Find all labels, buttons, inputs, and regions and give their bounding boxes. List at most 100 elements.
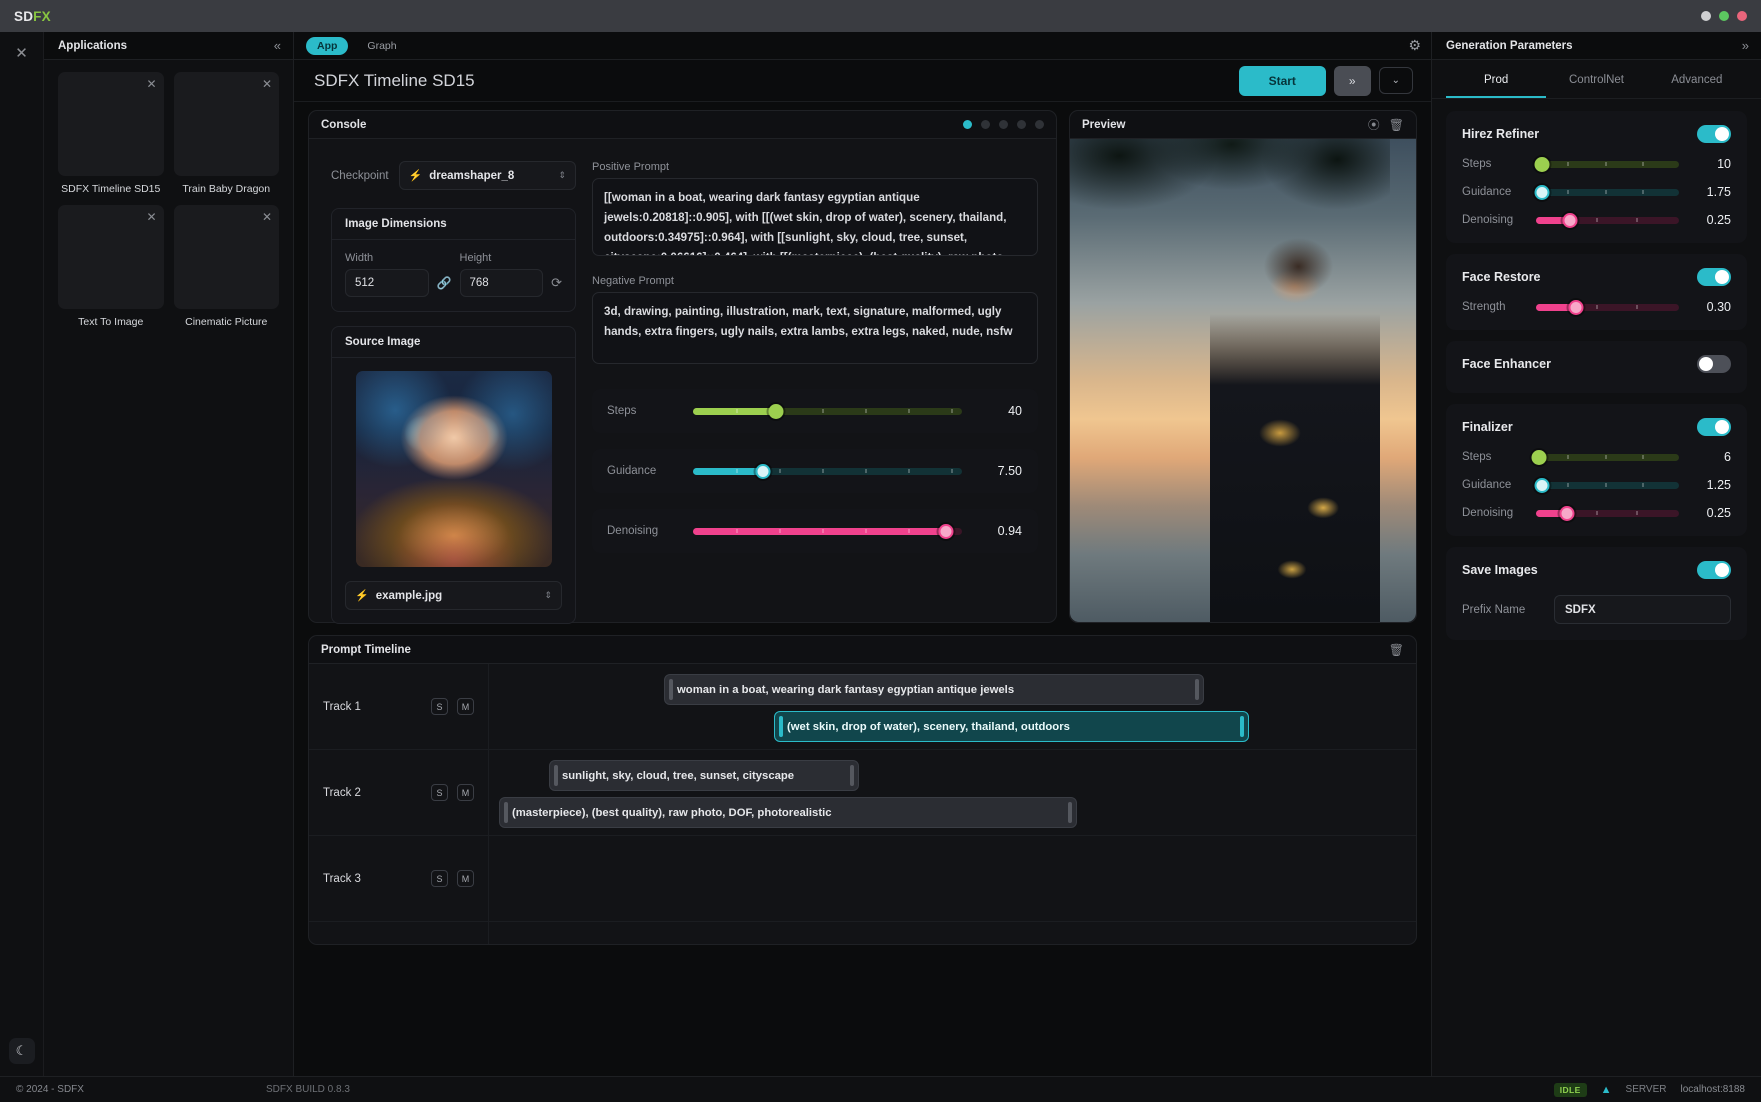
- tab-advanced[interactable]: Advanced: [1647, 60, 1747, 98]
- finalizer-toggle[interactable]: [1697, 418, 1731, 436]
- application-card[interactable]: ✕ Cinematic Picture: [173, 205, 279, 328]
- track-mute-button[interactable]: M: [457, 870, 474, 887]
- chevrons-right-icon[interactable]: »: [1742, 38, 1749, 53]
- positive-prompt-input[interactable]: [[woman in a boat, wearing dark fantasy …: [592, 178, 1038, 256]
- timeline-clip[interactable]: (wet skin, drop of water), scenery, thai…: [774, 711, 1249, 742]
- refresh-icon[interactable]: ⟳: [551, 275, 562, 297]
- maximize-button[interactable]: [1719, 11, 1729, 21]
- preview-image[interactable]: [1070, 139, 1416, 622]
- save-images-toggle[interactable]: [1697, 561, 1731, 579]
- finalizer-steps-slider[interactable]: [1531, 449, 1679, 465]
- hirez-denoising-slider[interactable]: [1536, 212, 1679, 228]
- start-button[interactable]: Start: [1238, 65, 1326, 96]
- track-lane[interactable]: [489, 836, 1416, 921]
- timeline-clip[interactable]: woman in a boat, wearing dark fantasy eg…: [664, 674, 1204, 705]
- tab-graph[interactable]: Graph: [356, 37, 407, 55]
- trash-icon[interactable]: 🗑: [1389, 118, 1404, 132]
- track-mute-button[interactable]: M: [457, 784, 474, 801]
- finalizer-denoising-slider[interactable]: [1536, 505, 1679, 521]
- close-icon[interactable]: ✕: [262, 77, 272, 91]
- step-dot-1[interactable]: [963, 120, 972, 129]
- application-thumbnail[interactable]: ✕: [173, 205, 279, 309]
- prefix-name-label: Prefix Name: [1462, 603, 1526, 616]
- param-row: Strength 0.30: [1462, 299, 1731, 315]
- step-dot-2[interactable]: [981, 120, 990, 129]
- chevrons-left-icon[interactable]: «: [274, 38, 281, 53]
- param-row: Denoising 0.25: [1462, 212, 1731, 228]
- step-dot-4[interactable]: [1017, 120, 1026, 129]
- param-row: Guidance 1.75: [1462, 184, 1731, 200]
- negative-prompt-input[interactable]: 3d, drawing, painting, illustration, mar…: [592, 292, 1038, 364]
- track-lane[interactable]: [489, 922, 1416, 944]
- theme-toggle-moon-icon[interactable]: ☾: [8, 1038, 35, 1064]
- applications-panel: Applications « ✕ SDFX Timeline SD15 ✕ Tr…: [44, 32, 294, 1076]
- track-solo-button[interactable]: S: [431, 698, 448, 715]
- track-solo-button[interactable]: S: [431, 870, 448, 887]
- source-file-name: example.jpg: [375, 589, 443, 602]
- close-icon[interactable]: ✕: [146, 210, 156, 224]
- denoising-slider-row: Denoising 0.94: [592, 509, 1038, 553]
- source-file-select[interactable]: ⚡ example.jpg ⇕: [345, 581, 562, 610]
- track-header: Track 3 S M: [309, 836, 489, 921]
- steps-label: Steps: [607, 405, 637, 417]
- width-label: Width: [345, 252, 374, 264]
- source-image-thumbnail[interactable]: [355, 371, 552, 567]
- application-thumbnail[interactable]: ✕: [173, 72, 279, 176]
- application-thumbnail[interactable]: ✕: [58, 205, 164, 309]
- param-label: Denoising: [1462, 214, 1514, 226]
- prefix-name-input[interactable]: [1554, 595, 1731, 624]
- link-icon[interactable]: 🔗: [437, 276, 452, 297]
- chevrons-right-icon[interactable]: »: [1333, 65, 1371, 96]
- group-save-images: Save Images Prefix Name: [1446, 547, 1747, 640]
- trash-icon[interactable]: 🗑: [1389, 643, 1404, 657]
- face-restore-toggle[interactable]: [1697, 268, 1731, 286]
- face-restore-strength-slider[interactable]: [1536, 299, 1679, 315]
- hirez-steps-slider[interactable]: [1534, 156, 1679, 172]
- finalizer-guidance-slider[interactable]: [1534, 477, 1679, 493]
- param-value: 1.25: [1706, 478, 1731, 492]
- chevron-down-icon[interactable]: ⌄: [1378, 67, 1413, 94]
- page-header: SDFX Timeline SD15 Start » ⌄: [294, 60, 1431, 102]
- param-row: Steps 6: [1462, 449, 1731, 465]
- track-solo-button[interactable]: S: [431, 784, 448, 801]
- application-thumbnail[interactable]: ✕: [58, 72, 164, 176]
- application-label: Text To Image: [78, 316, 144, 328]
- source-image-render: [355, 371, 552, 567]
- steps-value: 40: [1008, 404, 1022, 418]
- tab-controlnet[interactable]: ControlNet: [1546, 60, 1646, 98]
- track-mute-button[interactable]: M: [457, 698, 474, 715]
- denoising-slider[interactable]: [693, 523, 962, 539]
- application-card[interactable]: ✕ Text To Image: [58, 205, 164, 328]
- tab-prod[interactable]: Prod: [1446, 60, 1547, 98]
- close-icon[interactable]: ✕: [146, 77, 156, 91]
- hirez-guidance-slider[interactable]: [1534, 184, 1679, 200]
- timeline-clip[interactable]: (masterpiece), (best quality), raw photo…: [499, 797, 1077, 828]
- step-dot-3[interactable]: [999, 120, 1008, 129]
- steps-slider[interactable]: [693, 403, 962, 419]
- step-dot-5[interactable]: [1035, 120, 1044, 129]
- server-label: SERVER: [1625, 1084, 1667, 1095]
- checkpoint-select[interactable]: ⚡ dreamshaper_8 ⇕: [398, 161, 576, 190]
- width-input[interactable]: [345, 269, 429, 297]
- focus-icon[interactable]: ⦿: [1368, 116, 1380, 133]
- height-label: Height: [459, 252, 492, 264]
- guidance-slider[interactable]: [693, 463, 962, 479]
- gear-icon[interactable]: ⚙: [1408, 37, 1421, 54]
- application-card[interactable]: ✕ SDFX Timeline SD15: [58, 72, 164, 195]
- close-button[interactable]: [1737, 11, 1747, 21]
- group-header: Face Enhancer: [1462, 355, 1731, 373]
- minimize-button[interactable]: [1701, 11, 1711, 21]
- close-icon[interactable]: ✕: [262, 210, 272, 224]
- tab-app[interactable]: App: [306, 36, 349, 55]
- timeline-clip[interactable]: sunlight, sky, cloud, tree, sunset, city…: [549, 760, 859, 791]
- hirez-refiner-toggle[interactable]: [1697, 125, 1731, 143]
- center-content: Console Checkpoint ⚡ dreamshaper_8 ⇕ Ima…: [294, 102, 1431, 1076]
- track-lane[interactable]: sunlight, sky, cloud, tree, sunset, city…: [489, 750, 1416, 835]
- track-lane[interactable]: woman in a boat, wearing dark fantasy eg…: [489, 664, 1416, 749]
- height-input[interactable]: [459, 269, 544, 297]
- face-enhancer-toggle[interactable]: [1697, 355, 1731, 373]
- param-label: Steps: [1462, 158, 1492, 170]
- console-preview-row: Console Checkpoint ⚡ dreamshaper_8 ⇕ Ima…: [308, 110, 1417, 624]
- application-card[interactable]: ✕ Train Baby Dragon: [173, 72, 279, 195]
- close-panel-icon[interactable]: ✕: [15, 46, 28, 61]
